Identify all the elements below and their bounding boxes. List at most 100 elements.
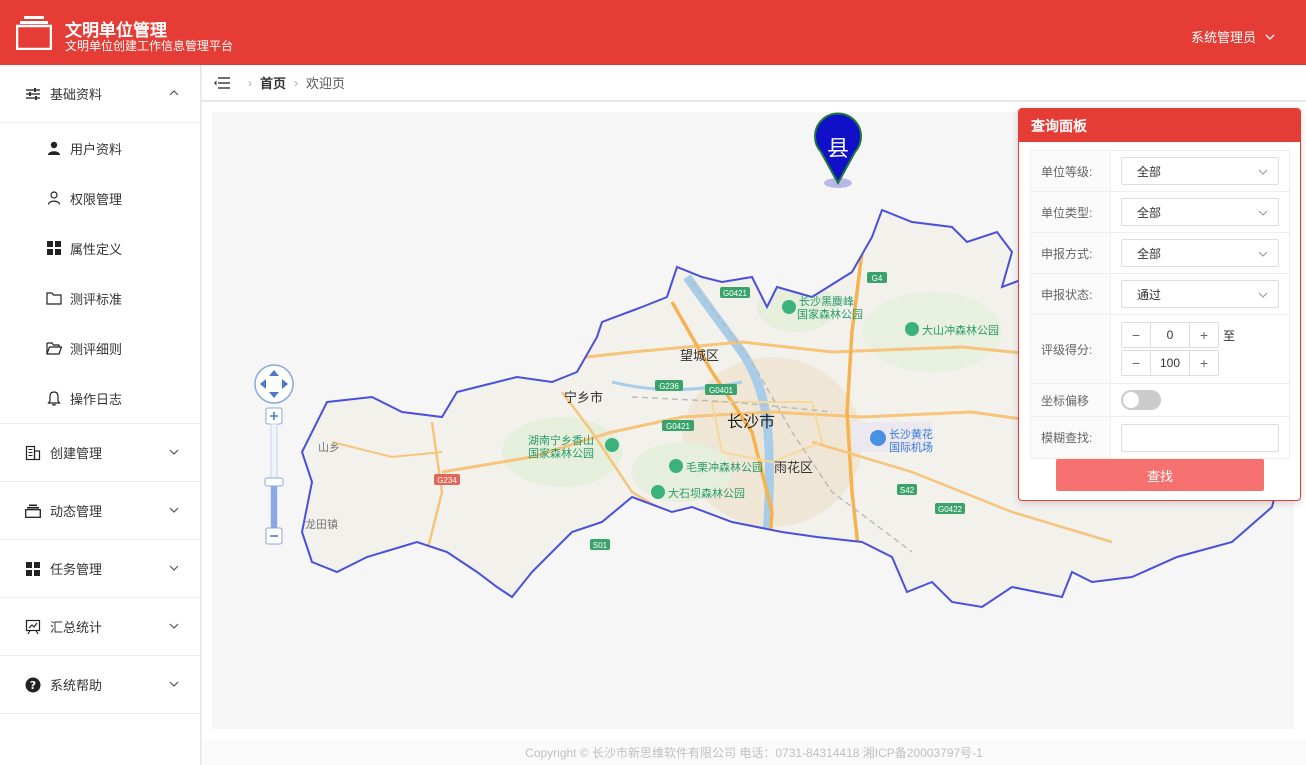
menu-head-stats[interactable]: 汇总统计: [0, 598, 200, 655]
user-menu[interactable]: 系统管理员: [1191, 27, 1276, 46]
sidebar-item-label: 测评细则: [70, 341, 123, 357]
report-status-select[interactable]: 通过: [1121, 280, 1279, 308]
sidebar: 基础资料 用户资料 权限管理 属性定义 测评标准 测评细则 操作日志 创建管理 …: [0, 65, 201, 765]
score-max-value[interactable]: 100: [1150, 351, 1190, 375]
query-row-offset: 坐标偏移: [1031, 384, 1289, 417]
zoom-control: [254, 364, 294, 545]
query-form: 单位等级: 全部 单位类型: 全部 申报方式: 全部 申报状态: 通过 评级得分…: [1030, 150, 1290, 459]
type-select[interactable]: 全部: [1121, 198, 1279, 226]
menu-head-create[interactable]: 创建管理: [0, 424, 200, 481]
sidebar-item-logs[interactable]: 操作日志: [0, 373, 200, 423]
chevron-down-icon: [169, 449, 179, 455]
zoom-slider-handle[interactable]: [264, 477, 284, 487]
map-label-park: 毛栗冲森林公园: [686, 460, 763, 474]
select-value: 全部: [1137, 164, 1162, 179]
grid-icon: [46, 240, 62, 256]
menu-group-stats: 汇总统计: [0, 598, 200, 656]
sidebar-item-label: 用户资料: [70, 141, 123, 157]
footer: Copyright © 长沙市新思维软件有限公司 电话：0731-8431441…: [202, 739, 1306, 765]
zoom-in-button[interactable]: [265, 407, 283, 425]
svg-text:G0421: G0421: [723, 289, 748, 298]
map-label-park: 长沙黑麋峰: [799, 294, 854, 308]
menu-head-help[interactable]: ? 系统帮助: [0, 656, 200, 713]
sidebar-item-attributes[interactable]: 属性定义: [0, 223, 200, 273]
park-icon: [669, 459, 683, 473]
map-label-town: 山乡: [318, 441, 340, 454]
level-select[interactable]: 全部: [1121, 157, 1279, 185]
sidebar-item-permissions[interactable]: 权限管理: [0, 173, 200, 223]
menu-label-help: 系统帮助: [50, 678, 103, 693]
chevron-right-icon: ›: [294, 75, 299, 90]
coordinate-offset-toggle[interactable]: [1121, 390, 1161, 410]
plus-button[interactable]: +: [1190, 351, 1218, 375]
sidebar-item-label: 测评标准: [70, 291, 123, 307]
chevron-right-icon: ›: [248, 75, 252, 90]
chevron-down-icon: [169, 565, 179, 571]
field-label: 评级得分:: [1031, 315, 1111, 383]
road-shield: G4: [867, 272, 887, 283]
menu-head-dynamic[interactable]: 动态管理: [0, 482, 200, 539]
fuzzy-search-input[interactable]: [1121, 423, 1279, 452]
road-shield: G0421: [720, 287, 750, 298]
sidebar-item-standards[interactable]: 测评标准: [0, 273, 200, 323]
search-button[interactable]: 查找: [1056, 459, 1264, 491]
svg-text:S42: S42: [900, 486, 915, 495]
folder-open-icon: [46, 340, 62, 356]
svg-text:G4: G4: [872, 274, 883, 283]
svg-text:?: ?: [30, 679, 36, 692]
score-range-to: 至: [1223, 328, 1236, 343]
svg-text:G0422: G0422: [938, 505, 963, 514]
sidebar-item-label: 操作日志: [70, 391, 123, 407]
query-row-score: 评级得分: − 0 + 至 − 100 +: [1031, 315, 1289, 384]
chevron-down-icon: [169, 507, 179, 513]
field-label: 单位等级:: [1031, 151, 1111, 191]
folder-icon: [46, 290, 62, 306]
minus-button[interactable]: −: [1122, 323, 1150, 347]
road-shield: G236: [655, 380, 683, 391]
menu-group-tasks: 任务管理: [0, 540, 200, 598]
chevron-down-icon: [169, 623, 179, 629]
chevron-down-icon: [1258, 251, 1268, 257]
svg-text:S01: S01: [593, 541, 608, 550]
sidebar-item-user-profile[interactable]: 用户资料: [0, 123, 200, 173]
map-label-changsha: 长沙市: [727, 413, 775, 431]
zoom-out-button[interactable]: [265, 527, 283, 545]
menu-label-stats: 汇总统计: [50, 620, 103, 635]
app-header: 文明单位管理 文明单位创建工作信息管理平台 系统管理员: [0, 0, 1306, 65]
breadcrumb: › 首页 › 欢迎页: [202, 65, 1306, 101]
report-method-select[interactable]: 全部: [1121, 239, 1279, 267]
menu-label-tasks: 任务管理: [50, 562, 103, 577]
menu-group-basic: 基础资料 用户资料 权限管理 属性定义 测评标准 测评细则 操作日志: [0, 65, 200, 424]
park-icon: [605, 438, 619, 452]
menu-toggle-icon[interactable]: [214, 76, 230, 90]
select-value: 全部: [1137, 246, 1162, 261]
user-name: 系统管理员: [1190, 30, 1256, 45]
query-row-fuzzy: 模糊查找:: [1031, 417, 1289, 458]
chevron-down-icon: [1258, 292, 1268, 298]
chevron-down-icon: [1258, 169, 1268, 175]
chart-icon: [24, 618, 42, 636]
sidebar-item-label: 权限管理: [70, 191, 123, 207]
road-shield: S01: [590, 539, 610, 550]
map-label-town: 龙田镇: [305, 517, 338, 531]
minus-button[interactable]: −: [1122, 351, 1150, 375]
map-label-wangcheng: 望城区: [680, 348, 719, 363]
map-label-park: 湖南宁乡香山: [528, 433, 594, 447]
field-label: 申报状态:: [1031, 274, 1111, 314]
query-row-report-status: 申报状态: 通过: [1031, 274, 1289, 315]
road-shield: G0422: [935, 503, 965, 514]
zoom-track-fill: [271, 484, 277, 528]
score-min-stepper[interactable]: − 0 +: [1121, 322, 1219, 348]
score-max-stepper[interactable]: − 100 +: [1121, 350, 1219, 376]
sidebar-item-rules[interactable]: 测评细则: [0, 323, 200, 373]
score-min-value[interactable]: 0: [1150, 323, 1190, 347]
pan-control[interactable]: [254, 364, 294, 404]
field-label: 单位类型:: [1031, 192, 1111, 232]
plus-button[interactable]: +: [1190, 323, 1218, 347]
menu-head-tasks[interactable]: 任务管理: [0, 540, 200, 597]
breadcrumb-home[interactable]: 首页: [260, 73, 286, 92]
map-label-airport: 国际机场: [889, 440, 933, 454]
airport-icon: [870, 430, 886, 446]
menu-group-dynamic: 动态管理: [0, 482, 200, 540]
menu-head-basic[interactable]: 基础资料: [0, 65, 200, 122]
